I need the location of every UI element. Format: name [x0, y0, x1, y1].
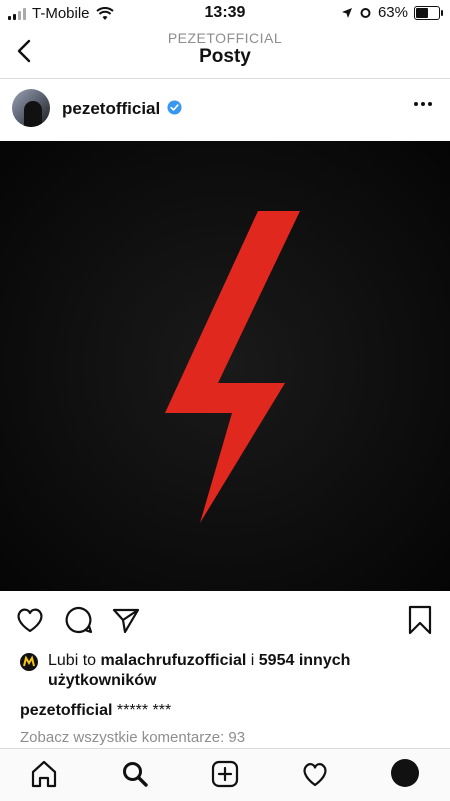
- status-right: 63%: [341, 4, 443, 21]
- post-image[interactable]: [0, 141, 450, 591]
- battery-fill: [416, 7, 428, 18]
- likes-joiner: i: [250, 652, 255, 669]
- search-icon[interactable]: [120, 759, 150, 789]
- bookmark-icon[interactable]: [404, 604, 436, 636]
- status-bar: T-Mobile 13:39 63%: [0, 0, 450, 26]
- alarm-icon: [360, 8, 371, 18]
- verified-badge-icon: [167, 100, 182, 115]
- more-icon[interactable]: [414, 102, 432, 106]
- heart-icon[interactable]: [14, 604, 46, 636]
- post-username[interactable]: pezetofficial: [62, 99, 160, 119]
- nav-header: PEZETOFFICIAL Posty: [0, 26, 450, 79]
- page-title: Posty: [199, 46, 251, 67]
- lightning-bolt-icon: [0, 141, 450, 591]
- profile-avatar[interactable]: [391, 759, 419, 787]
- add-icon[interactable]: [210, 759, 240, 789]
- activity-heart-icon[interactable]: [300, 759, 330, 789]
- post-header: pezetofficial: [0, 86, 450, 134]
- caption-username[interactable]: pezetofficial: [20, 702, 112, 719]
- account-name: PEZETOFFICIAL: [167, 30, 283, 46]
- liker-logo-icon: [23, 655, 35, 667]
- battery-icon: [414, 5, 443, 20]
- avatar[interactable]: [12, 89, 50, 127]
- post-caption: pezetofficial ***** ***: [20, 702, 171, 720]
- home-icon[interactable]: [29, 759, 59, 789]
- location-icon: [341, 7, 352, 18]
- post-actions: [0, 598, 450, 642]
- share-icon[interactable]: [110, 604, 142, 636]
- likes-prefix: Lubi to: [48, 652, 97, 669]
- bottom-tab-bar: [0, 748, 450, 801]
- liker-username[interactable]: malachrufuzofficial: [101, 652, 247, 669]
- likes-text: Lubi to malachrufuzofficial i 5954 innyc…: [48, 651, 438, 691]
- liker-avatar[interactable]: [20, 653, 38, 671]
- caption-text: ***** ***: [116, 702, 172, 719]
- battery-percent: 63%: [377, 4, 408, 21]
- view-comments-link[interactable]: Zobacz wszystkie komentarze: 93: [20, 729, 245, 746]
- comment-icon[interactable]: [63, 604, 95, 636]
